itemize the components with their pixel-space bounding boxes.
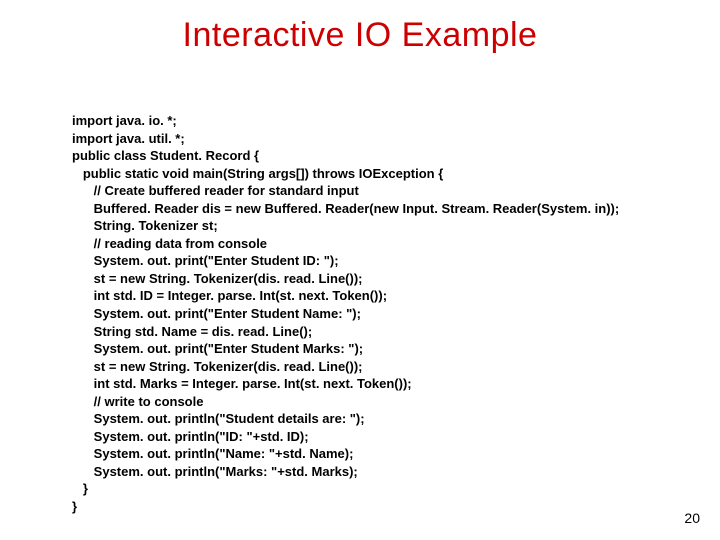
code-line: public static void main(String args[]) t… <box>72 166 443 181</box>
code-line: st = new String. Tokenizer(dis. read. Li… <box>72 359 363 374</box>
slide-title: Interactive IO Example <box>0 0 720 55</box>
code-line: System. out. println("Name: "+std. Name)… <box>72 446 353 461</box>
code-line: import java. util. *; <box>72 131 185 146</box>
code-line: import java. io. *; <box>72 113 177 128</box>
code-line: st = new String. Tokenizer(dis. read. Li… <box>72 271 363 286</box>
code-line: System. out. print("Enter Student Name: … <box>72 306 361 321</box>
code-line: Buffered. Reader dis = new Buffered. Rea… <box>72 201 619 216</box>
code-line: int std. ID = Integer. parse. Int(st. ne… <box>72 288 387 303</box>
page-number: 20 <box>684 510 700 526</box>
code-line: // write to console <box>72 394 203 409</box>
code-block: import java. io. *; import java. util. *… <box>72 112 619 516</box>
code-line: public class Student. Record { <box>72 148 259 163</box>
code-line: String std. Name = dis. read. Line(); <box>72 324 312 339</box>
slide: Interactive IO Example import java. io. … <box>0 0 720 540</box>
code-line: } <box>72 481 88 496</box>
code-line: // reading data from console <box>72 236 267 251</box>
code-line: int std. Marks = Integer. parse. Int(st.… <box>72 376 412 391</box>
code-line: System. out. println("Marks: "+std. Mark… <box>72 464 358 479</box>
code-line: System. out. print("Enter Student ID: ")… <box>72 253 339 268</box>
code-line: System. out. print("Enter Student Marks:… <box>72 341 363 356</box>
code-line: } <box>72 499 77 514</box>
code-line: // Create buffered reader for standard i… <box>72 183 359 198</box>
code-line: String. Tokenizer st; <box>72 218 218 233</box>
code-line: System. out. println("ID: "+std. ID); <box>72 429 309 444</box>
code-line: System. out. println("Student details ar… <box>72 411 365 426</box>
